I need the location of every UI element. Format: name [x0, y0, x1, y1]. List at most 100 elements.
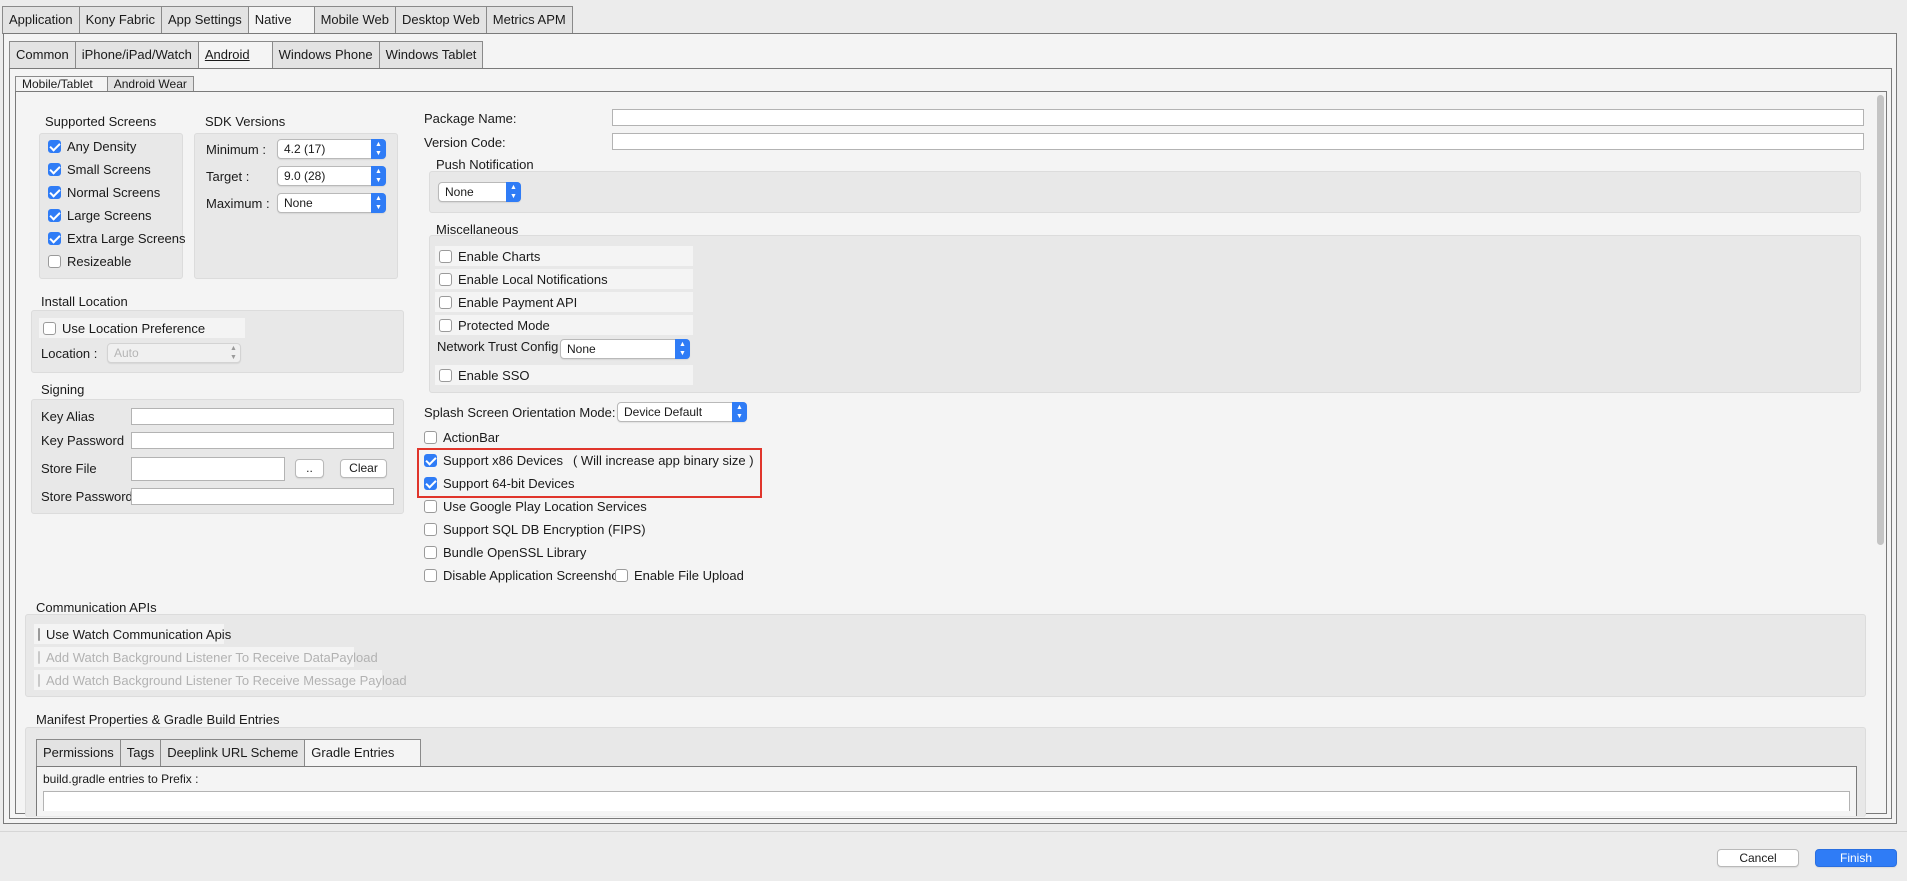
checkbox-normal-screens[interactable]: Normal Screens	[48, 185, 160, 200]
version-code-label: Version Code:	[424, 135, 506, 150]
tab-kony-fabric[interactable]: Kony Fabric	[78, 6, 161, 34]
store-password-label: Store Password	[41, 489, 133, 504]
checkbox-enable-file-upload[interactable]: Enable File Upload	[615, 568, 744, 583]
checkbox-icon[interactable]	[439, 368, 452, 382]
checkbox-label: Enable Local Notifications	[458, 271, 608, 287]
checkbox-use-watch-communication[interactable]: Use Watch Communication Apis	[34, 624, 231, 644]
checkbox-small-screens[interactable]: Small Screens	[48, 162, 151, 177]
checkbox-label: ActionBar	[443, 430, 500, 445]
checkbox-enable-charts[interactable]: Enable Charts	[435, 246, 693, 266]
checkbox-icon[interactable]	[48, 232, 61, 245]
tab-iphone-ipad-watch[interactable]: iPhone/iPad/Watch	[74, 41, 198, 69]
select-value: None	[567, 342, 596, 356]
package-name-label: Package Name:	[424, 111, 517, 126]
checkbox-label: Add Watch Background Listener To Receive…	[46, 649, 378, 665]
store-password-input[interactable]	[131, 488, 394, 505]
checkbox-icon[interactable]	[48, 255, 61, 268]
tab-mobile-tablet[interactable]: Mobile/Tablet	[15, 76, 107, 92]
checkbox-any-density[interactable]: Any Density	[48, 139, 136, 154]
key-password-input[interactable]	[131, 432, 394, 449]
tab-tags[interactable]: Tags	[119, 739, 161, 767]
sdk-target-select[interactable]: 9.0 (28) ▲ ▼	[277, 166, 386, 186]
tab-gradle-entries[interactable]: Gradle Entries	[304, 739, 422, 767]
gradle-prefix-label: build.gradle entries to Prefix :	[43, 772, 199, 786]
checkbox-icon[interactable]	[615, 569, 628, 582]
browse-button[interactable]: ..	[295, 459, 324, 478]
checkbox-large-screens[interactable]: Large Screens	[48, 208, 152, 223]
network-trust-config-select[interactable]: None ▲ ▼	[560, 339, 690, 359]
checkbox-icon[interactable]	[439, 272, 452, 286]
checkbox-icon[interactable]	[38, 673, 40, 687]
store-file-input[interactable]	[131, 457, 285, 481]
checkbox-icon[interactable]	[48, 209, 61, 222]
tab-desktop-web[interactable]: Desktop Web	[394, 6, 486, 34]
sdk-maximum-select[interactable]: None ▲ ▼	[277, 193, 386, 213]
checkbox-data-payload[interactable]: Add Watch Background Listener To Receive…	[34, 647, 378, 667]
checkbox-label: Enable Payment API	[458, 294, 578, 310]
checkbox-icon[interactable]	[424, 569, 437, 582]
vertical-scrollbar[interactable]	[1877, 95, 1884, 545]
highlight-box	[417, 448, 762, 498]
sdk-minimum-select[interactable]: 4.2 (17) ▲ ▼	[277, 139, 386, 159]
checkbox-icon[interactable]	[48, 163, 61, 176]
checkbox-protected-mode[interactable]: Protected Mode	[435, 315, 693, 335]
checkbox-icon[interactable]	[424, 546, 437, 559]
package-name-input[interactable]	[612, 109, 1864, 126]
checkbox-icon[interactable]	[424, 500, 437, 513]
splash-orientation-select[interactable]: Device Default ▲ ▼	[617, 402, 747, 422]
store-file-label: Store File	[41, 461, 97, 476]
checkbox-extra-large-screens[interactable]: Extra Large Screens	[48, 231, 186, 246]
checkbox-icon[interactable]	[439, 295, 452, 309]
checkbox-icon[interactable]	[38, 650, 40, 664]
tab-common[interactable]: Common	[9, 41, 75, 69]
checkbox-icon[interactable]	[424, 523, 437, 536]
checkbox-icon[interactable]	[439, 249, 452, 263]
tab-windows-tablet[interactable]: Windows Tablet	[378, 41, 484, 69]
push-notification-select[interactable]: None ▲ ▼	[438, 182, 521, 202]
checkbox-label: Bundle OpenSSL Library	[443, 545, 587, 560]
tab-windows-phone[interactable]: Windows Phone	[271, 41, 379, 69]
chevron-updown-icon: ▲ ▼	[230, 345, 237, 361]
chevron-updown-icon: ▲ ▼	[371, 166, 386, 186]
splash-orientation-label: Splash Screen Orientation Mode:	[424, 405, 616, 420]
checkbox-label: Protected Mode	[458, 317, 550, 333]
tab-android-wear[interactable]: Android Wear	[106, 76, 194, 92]
checkbox-bundle-openssl[interactable]: Bundle OpenSSL Library	[424, 545, 586, 560]
select-value: None	[445, 185, 474, 199]
checkbox-enable-local-notifications[interactable]: Enable Local Notifications	[435, 269, 693, 289]
checkbox-icon[interactable]	[48, 186, 61, 199]
manifest-tabs: Permissions Tags Deeplink URL Scheme Gra…	[36, 739, 422, 767]
cancel-button[interactable]: Cancel	[1717, 849, 1799, 867]
checkbox-icon[interactable]	[48, 140, 61, 153]
checkbox-resizeable[interactable]: Resizeable	[48, 254, 131, 269]
tab-app-settings[interactable]: App Settings	[160, 6, 248, 34]
checkbox-icon[interactable]	[424, 431, 437, 444]
checkbox-icon[interactable]	[439, 318, 452, 332]
tab-android[interactable]: Android	[197, 41, 272, 69]
checkbox-google-play-location[interactable]: Use Google Play Location Services	[424, 499, 647, 514]
push-notification-title: Push Notification	[436, 157, 534, 172]
gradle-prefix-textarea[interactable]	[43, 791, 1850, 811]
checkbox-icon[interactable]	[38, 627, 40, 641]
checkbox-disable-screenshot[interactable]: Disable Application Screenshot	[424, 568, 622, 583]
checkbox-use-location-preference[interactable]: Use Location Preference	[39, 318, 245, 338]
chevron-updown-icon: ▲ ▼	[371, 139, 386, 159]
checkbox-action-bar[interactable]: ActionBar	[424, 430, 499, 445]
checkbox-enable-payment-api[interactable]: Enable Payment API	[435, 292, 693, 312]
tab-mobile-web[interactable]: Mobile Web	[313, 6, 395, 34]
tab-application[interactable]: Application	[2, 6, 79, 34]
checkbox-sql-encryption[interactable]: Support SQL DB Encryption (FIPS)	[424, 522, 646, 537]
checkbox-label: Small Screens	[67, 162, 151, 177]
checkbox-enable-sso[interactable]: Enable SSO	[435, 365, 693, 385]
tab-permissions[interactable]: Permissions	[36, 739, 120, 767]
location-select[interactable]: Auto ▲ ▼	[107, 343, 241, 363]
finish-button[interactable]: Finish	[1815, 849, 1897, 867]
tab-metrics-apm[interactable]: Metrics APM	[485, 6, 573, 34]
tab-deeplink-url-scheme[interactable]: Deeplink URL Scheme	[160, 739, 305, 767]
key-alias-input[interactable]	[131, 408, 394, 425]
version-code-input[interactable]	[612, 133, 1864, 150]
clear-button[interactable]: Clear	[340, 459, 387, 478]
tab-native[interactable]: Native	[247, 6, 314, 34]
checkbox-icon[interactable]	[43, 321, 56, 335]
checkbox-message-payload[interactable]: Add Watch Background Listener To Receive…	[34, 670, 407, 690]
